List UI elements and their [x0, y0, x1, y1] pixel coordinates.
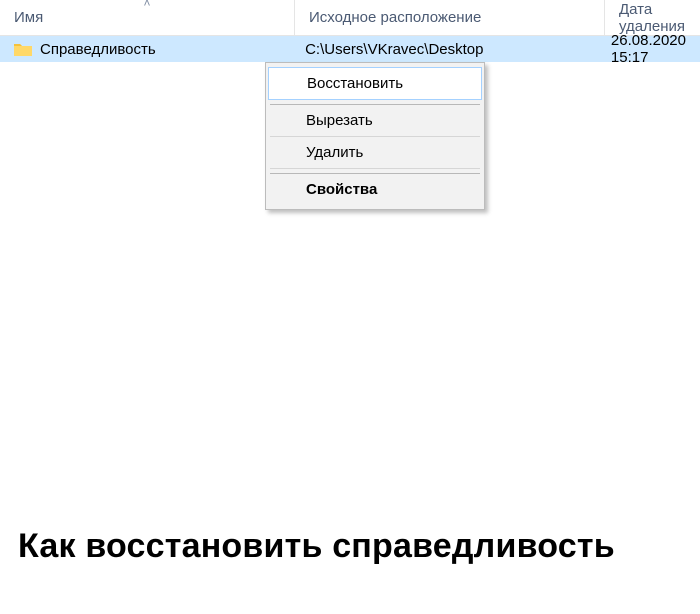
row-name-label: Справедливость: [40, 41, 156, 58]
menu-item-delete[interactable]: Удалить: [270, 137, 480, 169]
cell-origin: C:\Users\VKravec\Desktop: [291, 36, 597, 62]
page-caption: Как восстановить справедливость: [18, 527, 615, 566]
sort-indicator-icon: ˄: [143, 0, 150, 10]
folder-icon: [14, 42, 32, 57]
column-header-origin[interactable]: Исходное расположение: [295, 0, 605, 35]
cell-date: 26.08.2020 15:17: [597, 36, 700, 62]
menu-item-properties-label: Свойства: [306, 181, 377, 198]
row-date-label: 26.08.2020 15:17: [611, 32, 686, 66]
menu-item-restore-label: Восстановить: [307, 75, 403, 92]
menu-item-restore[interactable]: Восстановить: [268, 67, 482, 100]
menu-item-properties[interactable]: Свойства: [270, 174, 480, 205]
row-origin-label: C:\Users\VKravec\Desktop: [305, 41, 483, 58]
cell-name: Справедливость: [0, 36, 291, 62]
column-header-name[interactable]: ˄ Имя: [0, 0, 295, 35]
column-header-date[interactable]: Дата удаления: [605, 0, 700, 35]
column-header-origin-label: Исходное расположение: [309, 9, 481, 26]
table-row[interactable]: Справедливость C:\Users\VKravec\Desktop …: [0, 36, 700, 62]
column-header-name-label: Имя: [14, 9, 43, 26]
column-header-date-label: Дата удаления: [619, 1, 686, 35]
column-headers: ˄ Имя Исходное расположение Дата удалени…: [0, 0, 700, 36]
menu-item-cut[interactable]: Вырезать: [270, 105, 480, 137]
menu-item-delete-label: Удалить: [306, 144, 363, 161]
menu-item-cut-label: Вырезать: [306, 112, 373, 129]
context-menu: Восстановить Вырезать Удалить Свойства: [265, 62, 485, 210]
